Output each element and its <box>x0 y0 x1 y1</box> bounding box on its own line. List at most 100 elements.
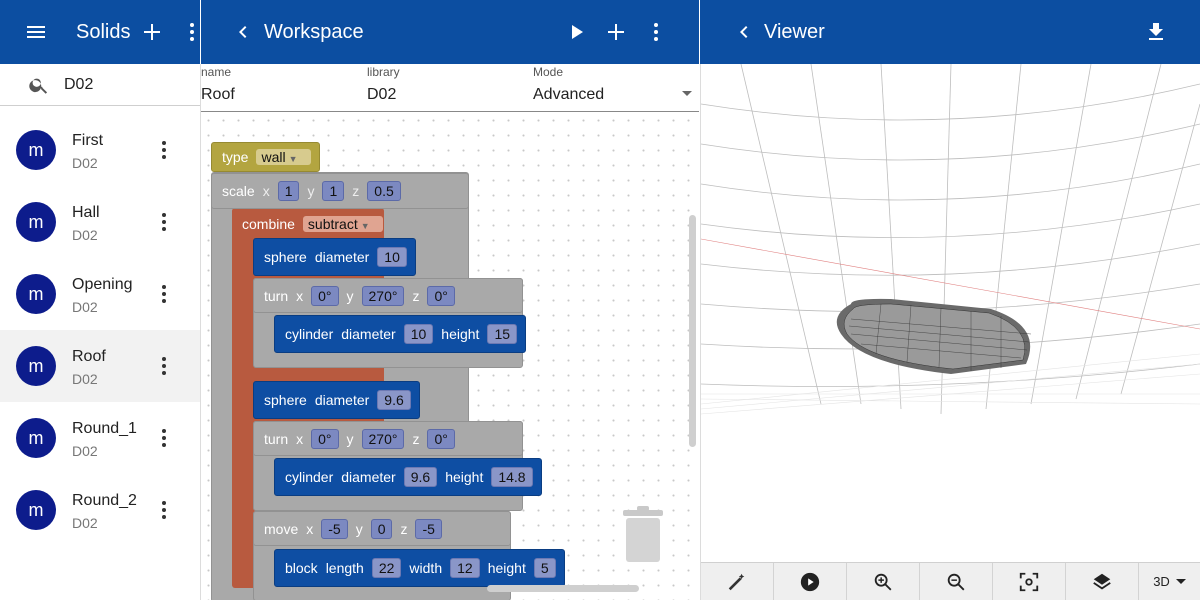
center-focus-icon <box>1018 571 1040 593</box>
sphere-diameter-input[interactable]: 9.6 <box>377 390 411 410</box>
block-height-input[interactable]: 5 <box>533 558 556 578</box>
search-input[interactable]: D02 <box>64 76 93 94</box>
avatar: m <box>16 490 56 530</box>
sphere-block[interactable]: sphere diameter 10 <box>253 238 416 276</box>
trash-icon[interactable] <box>621 506 665 566</box>
item-library: D02 <box>72 299 98 315</box>
more-vert-icon[interactable] <box>152 282 176 306</box>
scale-block[interactable]: scale x 1 y 1 z 0.5 <box>211 173 469 209</box>
cylinder-height-input[interactable]: 15 <box>487 324 518 344</box>
type-dropdown[interactable]: wall ▼ <box>256 149 311 165</box>
turn-x-input[interactable]: 0° <box>311 428 339 449</box>
z-label: z <box>352 183 360 199</box>
type-block[interactable]: type wall ▼ <box>211 142 320 172</box>
turn-z-input[interactable]: 0° <box>427 285 455 306</box>
move-z-input[interactable]: -5 <box>415 518 442 539</box>
combine-block[interactable]: combine subtract ▼ <box>232 209 384 239</box>
block-width-input[interactable]: 12 <box>450 558 480 578</box>
mode-select[interactable]: Mode Advanced <box>533 64 699 104</box>
z-label: z <box>412 287 420 304</box>
viewer-grid <box>701 64 1200 415</box>
scale-x-input[interactable]: 1 <box>277 181 300 201</box>
solids-appbar: Solids <box>0 0 200 64</box>
zoom-in-button[interactable] <box>847 563 920 600</box>
render-button[interactable] <box>774 563 847 600</box>
view-mode-select[interactable]: 3D <box>1139 563 1200 600</box>
run-icon[interactable] <box>564 20 588 44</box>
item-name: Opening <box>72 276 133 293</box>
item-library: D02 <box>72 371 98 387</box>
turn-y-input[interactable]: 270° <box>361 285 405 306</box>
sphere-diameter-input[interactable]: 10 <box>377 247 407 267</box>
move-x-input[interactable]: -5 <box>321 518 348 539</box>
auto-fix-button[interactable] <box>701 563 774 600</box>
library-field[interactable]: library D02 <box>367 64 527 104</box>
workspace-horizontal-scrollbar[interactable] <box>487 585 639 592</box>
cylinder-block[interactable]: cylinder diameter 10 height 15 <box>274 315 527 353</box>
cylinder-height-input[interactable]: 14.8 <box>491 467 533 487</box>
move-block[interactable]: move x -5 y 0 z -5 <box>253 511 511 546</box>
avatar: m <box>16 202 56 242</box>
library-input[interactable]: D02 <box>367 86 527 104</box>
fit-view-button[interactable] <box>993 563 1066 600</box>
caret-icon: ▼ <box>288 154 298 164</box>
block-block[interactable]: block length 22 width 12 height 5 <box>274 549 565 587</box>
scale-keyword: scale <box>222 183 255 199</box>
search-bar[interactable]: D02 <box>0 64 200 106</box>
turn-keyword: turn <box>264 430 289 447</box>
turn-block[interactable]: turn x 0° y 270° z 0° <box>253 421 523 456</box>
list-item[interactable]: m Hall D02 <box>0 186 200 258</box>
list-item[interactable]: m Opening D02 <box>0 258 200 330</box>
name-field[interactable]: name Roof <box>201 64 361 104</box>
list-item[interactable]: m Round_1 D02 <box>0 402 200 474</box>
sphere-block[interactable]: sphere diameter 9.6 <box>253 381 420 419</box>
layers-button[interactable] <box>1066 563 1139 600</box>
add-block-icon[interactable] <box>604 20 628 44</box>
menu-icon[interactable] <box>24 20 48 44</box>
mode-value[interactable]: Advanced <box>533 86 699 104</box>
move-y-input[interactable]: 0 <box>370 518 393 539</box>
x-label: x <box>296 430 304 447</box>
turn-z-input[interactable]: 0° <box>427 428 455 449</box>
caret-icon: ▼ <box>360 221 370 231</box>
combine-dropdown[interactable]: subtract ▼ <box>302 216 383 232</box>
avatar: m <box>16 418 56 458</box>
diameter-keyword: diameter <box>314 392 370 408</box>
block-length-input[interactable]: 22 <box>371 558 402 578</box>
workspace-vertical-scrollbar[interactable] <box>689 215 696 447</box>
solids-title: Solids <box>76 21 131 43</box>
list-item[interactable]: m Round_2 D02 <box>0 474 200 546</box>
turn-x-input[interactable]: 0° <box>311 285 339 306</box>
scale-z-input[interactable]: 0.5 <box>367 181 401 201</box>
download-icon[interactable] <box>1144 20 1168 44</box>
zoom-out-button[interactable] <box>920 563 993 600</box>
back-chevron-icon[interactable] <box>732 20 756 44</box>
list-item-selected[interactable]: m Roof D02 <box>0 330 200 402</box>
dropdown-arrow-icon[interactable] <box>681 90 693 98</box>
list-item[interactable]: m First D02 <box>0 114 200 186</box>
y-label: y <box>307 183 315 199</box>
scale-y-input[interactable]: 1 <box>322 181 345 201</box>
more-vert-icon[interactable] <box>152 354 176 378</box>
y-label: y <box>346 430 354 447</box>
viewer-toolbar: 3D <box>701 562 1200 600</box>
y-label: y <box>355 520 363 537</box>
more-vert-icon[interactable] <box>152 210 176 234</box>
blocks-workspace[interactable]: type wall ▼ scale x 1 y 1 z 0.5 combine s… <box>201 113 699 600</box>
turn-block[interactable]: turn x 0° y 270° z 0° <box>253 278 523 313</box>
3d-viewer[interactable] <box>701 64 1200 562</box>
more-vert-icon[interactable] <box>152 498 176 522</box>
magic-wand-icon <box>726 571 748 593</box>
cylinder-block[interactable]: cylinder diameter 9.6 height 14.8 <box>274 458 542 496</box>
turn-y-input[interactable]: 270° <box>361 428 405 449</box>
cylinder-diameter-input[interactable]: 10 <box>403 324 434 344</box>
add-solid-icon[interactable] <box>140 20 164 44</box>
more-vert-icon[interactable] <box>152 138 176 162</box>
item-name: Hall <box>72 204 100 221</box>
more-vert-icon[interactable] <box>644 20 668 44</box>
more-vert-icon[interactable] <box>152 426 176 450</box>
back-chevron-icon[interactable] <box>231 20 255 44</box>
cylinder-diameter-input[interactable]: 9.6 <box>403 467 438 487</box>
solids-list: m First D02 m Hall D02 m Opening D02 m R… <box>0 114 200 546</box>
name-input[interactable]: Roof <box>201 86 361 104</box>
